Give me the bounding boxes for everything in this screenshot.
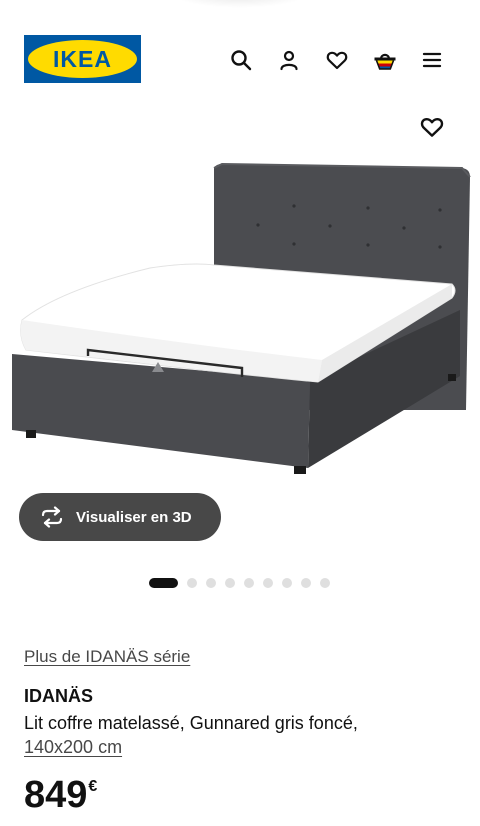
- logo-oval: IKEA: [28, 40, 137, 78]
- menu-icon: [422, 52, 442, 68]
- product-size-link[interactable]: 140x200 cm: [24, 735, 122, 759]
- ikea-logo[interactable]: IKEA: [24, 35, 141, 83]
- account-button[interactable]: [276, 47, 302, 73]
- image-pagination: [149, 578, 339, 588]
- pagination-dot[interactable]: [301, 578, 311, 588]
- pagination-dot-active[interactable]: [149, 578, 178, 588]
- product-description: Lit coffre matelassé, Gunnared gris fonc…: [24, 713, 358, 733]
- logo-text: IKEA: [53, 45, 112, 72]
- site-header: IKEA: [0, 0, 480, 110]
- cut-off-text: · · ·: [24, 820, 68, 826]
- product-image[interactable]: [0, 150, 480, 480]
- pagination-dot[interactable]: [187, 578, 197, 588]
- pagination-dot[interactable]: [206, 578, 216, 588]
- series-link[interactable]: Plus de IDANÄS série: [24, 647, 190, 667]
- pagination-dot[interactable]: [244, 578, 254, 588]
- cart-button[interactable]: [372, 47, 398, 73]
- favorites-button[interactable]: [324, 47, 350, 73]
- user-icon: [280, 50, 298, 71]
- pagination-dot[interactable]: [282, 578, 292, 588]
- view-3d-label: Visualiser en 3D: [76, 508, 192, 526]
- rotate-icon: [41, 506, 63, 528]
- price-integer: 849: [24, 774, 88, 816]
- heart-icon: [326, 51, 348, 70]
- add-to-favorites-button[interactable]: [419, 114, 445, 140]
- price-currency: €: [88, 778, 98, 795]
- cart-icon: [374, 53, 396, 70]
- pagination-dot[interactable]: [320, 578, 330, 588]
- product-name: IDANÄS: [24, 686, 94, 706]
- pagination-dot[interactable]: [263, 578, 273, 588]
- pagination-dot[interactable]: [225, 578, 235, 588]
- heart-icon: [420, 118, 444, 137]
- view-3d-button[interactable]: Visualiser en 3D: [19, 493, 221, 541]
- product-price: 849 €: [24, 773, 97, 817]
- search-icon: [231, 50, 252, 71]
- menu-button[interactable]: [419, 47, 445, 73]
- search-button[interactable]: [228, 47, 254, 73]
